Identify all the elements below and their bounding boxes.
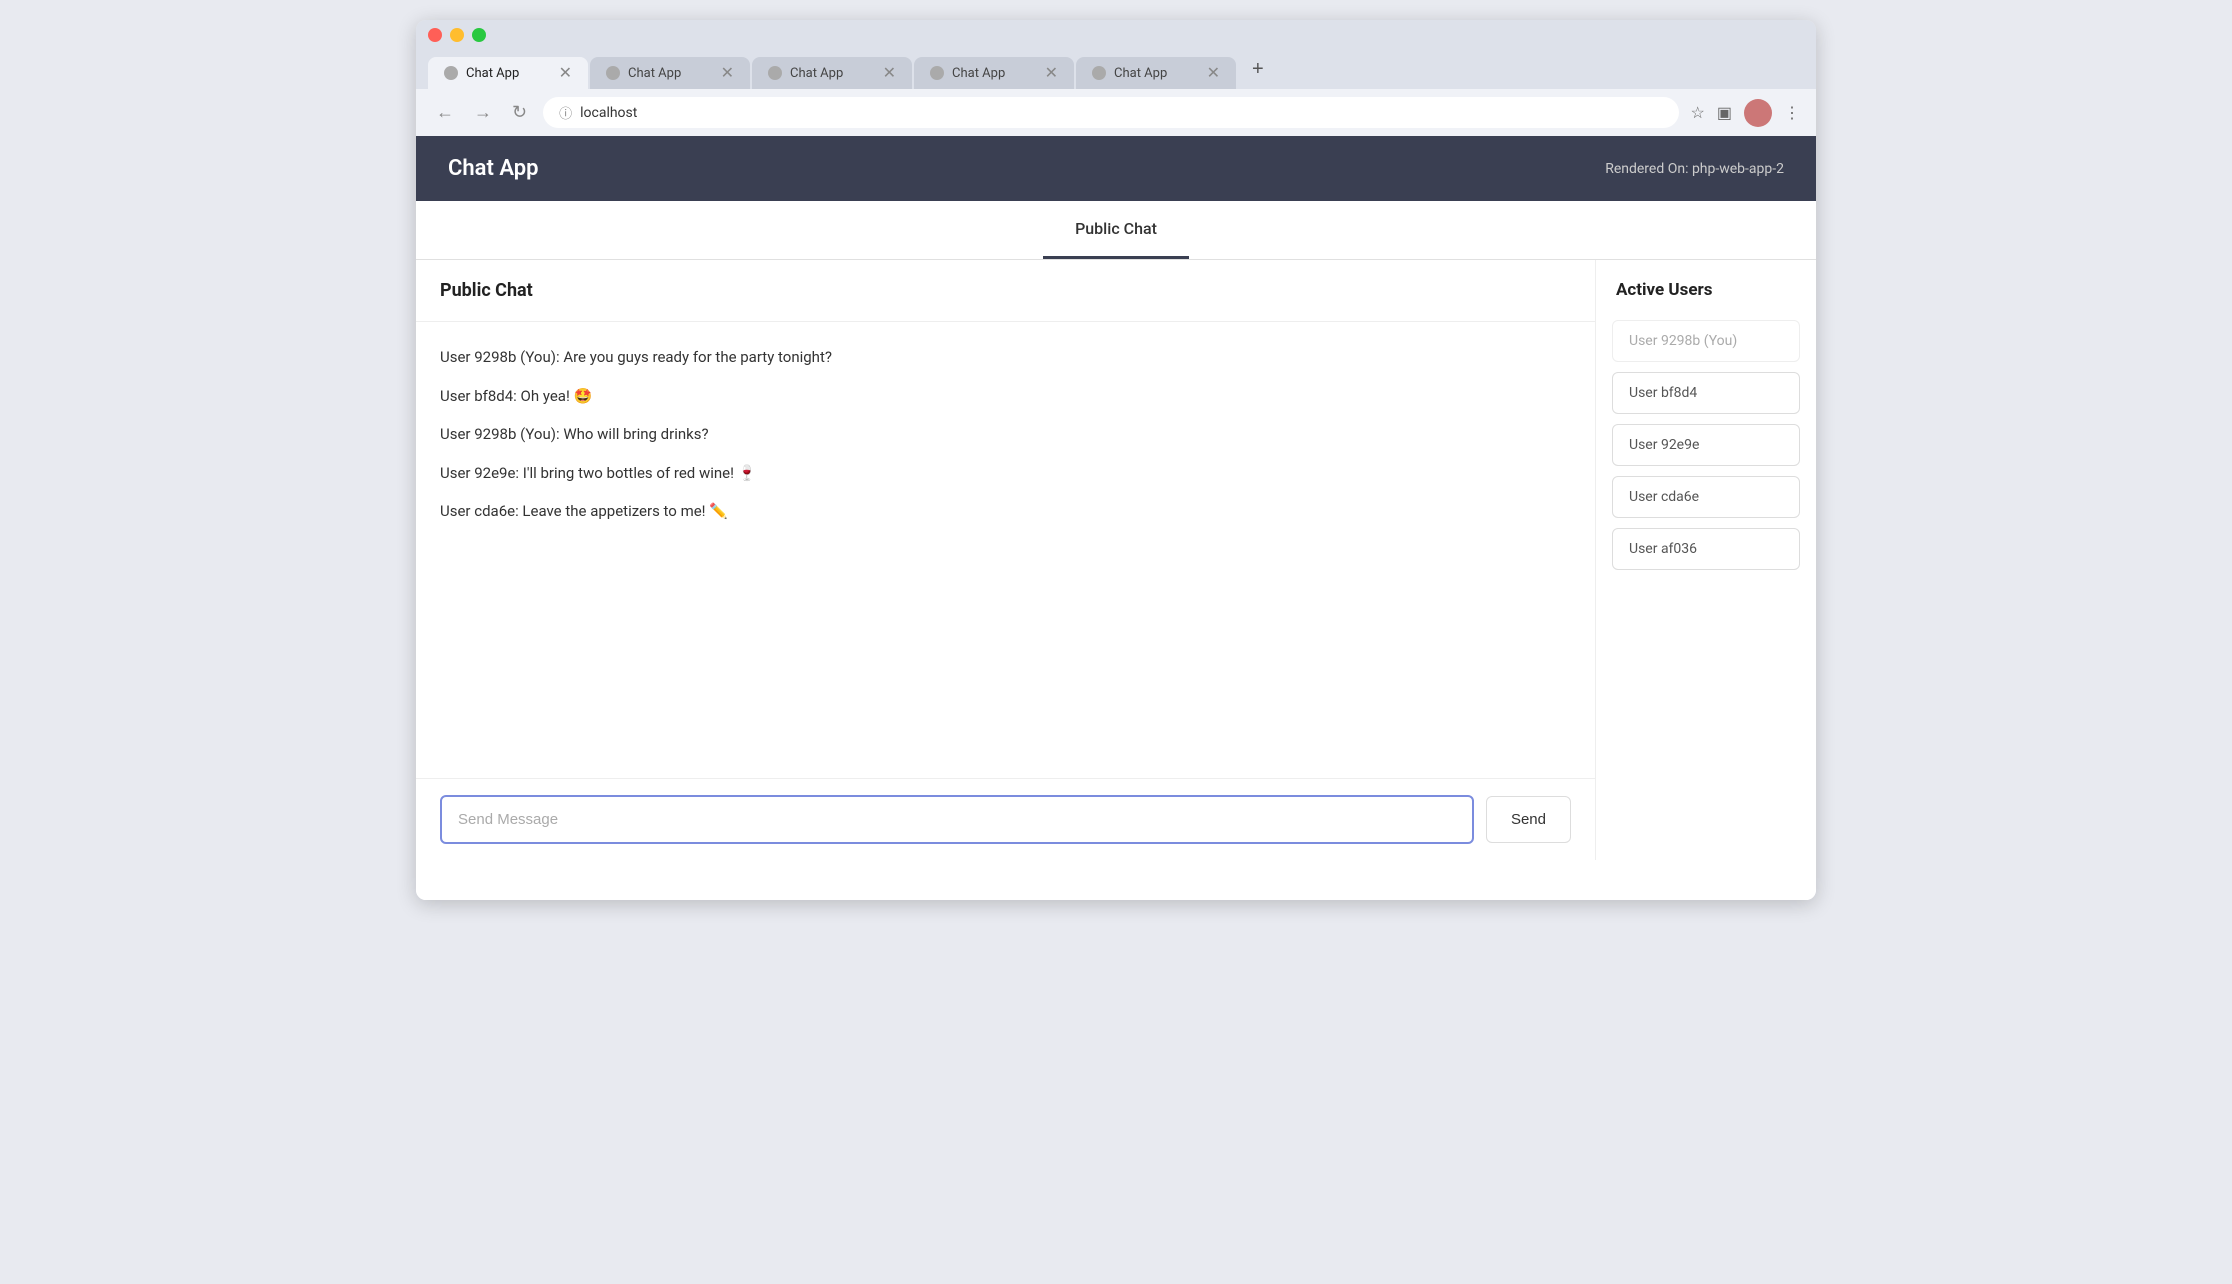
active-users-title: Active Users <box>1612 280 1800 300</box>
maximize-button[interactable] <box>472 28 486 42</box>
tab-4-close[interactable]: ✕ <box>1045 65 1058 81</box>
tab-5[interactable]: Chat App ✕ <box>1076 57 1236 89</box>
rendered-on-text: Rendered On: php-web-app-2 <box>1605 161 1784 177</box>
bookmark-button[interactable]: ☆ <box>1691 103 1705 123</box>
browser-actions: ☆ ▣ ⋮ <box>1691 99 1800 127</box>
user-badge-2: User bf8d4 <box>1612 372 1800 414</box>
tab-5-label: Chat App <box>1114 66 1167 81</box>
back-button[interactable]: ← <box>432 100 458 125</box>
app-title: Chat App <box>448 156 539 181</box>
address-bar-row: ← → ↻ ⓘ localhost ☆ ▣ ⋮ <box>416 89 1816 136</box>
extensions-button[interactable]: ▣ <box>1717 103 1732 123</box>
message-input-row: Send <box>416 778 1595 860</box>
user-badge-1: User 9298b (You) <box>1612 320 1800 362</box>
tab-1-label: Chat App <box>466 66 519 81</box>
message-2: User bf8d4: Oh yea! 🤩 <box>440 385 1571 408</box>
tab-favicon <box>1092 66 1106 80</box>
tab-3-close[interactable]: ✕ <box>883 65 896 81</box>
app-container: Chat App Rendered On: php-web-app-2 Publ… <box>416 136 1816 900</box>
tab-5-close[interactable]: ✕ <box>1207 65 1220 81</box>
messages-area: User 9298b (You): Are you guys ready for… <box>416 322 1595 778</box>
public-chat-tab[interactable]: Public Chat <box>1043 201 1189 259</box>
chat-section-header: Public Chat <box>416 260 1595 322</box>
tab-4-label: Chat App <box>952 66 1005 81</box>
app-header: Chat App Rendered On: php-web-app-2 <box>416 136 1816 201</box>
tab-navigation: Public Chat <box>416 201 1816 260</box>
message-1: User 9298b (You): Are you guys ready for… <box>440 346 1571 369</box>
tab-2-close[interactable]: ✕ <box>721 65 734 81</box>
tab-3[interactable]: Chat App ✕ <box>752 57 912 89</box>
tab-4[interactable]: Chat App ✕ <box>914 57 1074 89</box>
profile-avatar[interactable] <box>1744 99 1772 127</box>
address-text: localhost <box>580 105 637 121</box>
tab-1-close[interactable]: ✕ <box>559 65 572 81</box>
tab-favicon <box>444 66 458 80</box>
send-button[interactable]: Send <box>1486 796 1571 843</box>
reload-button[interactable]: ↻ <box>508 100 531 125</box>
tab-favicon <box>606 66 620 80</box>
message-5: User cda6e: Leave the appetizers to me! … <box>440 500 1571 523</box>
tab-favicon <box>768 66 782 80</box>
tab-2-label: Chat App <box>628 66 681 81</box>
footer-spacer <box>416 860 1816 900</box>
active-users-sidebar: Active Users User 9298b (You) User bf8d4… <box>1596 260 1816 860</box>
forward-button[interactable]: → <box>470 100 496 125</box>
chat-main: Public Chat User 9298b (You): Are you gu… <box>416 260 1596 860</box>
traffic-lights <box>428 28 1804 42</box>
chat-layout: Public Chat User 9298b (You): Are you gu… <box>416 260 1816 860</box>
user-badge-4: User cda6e <box>1612 476 1800 518</box>
user-badge-5: User af036 <box>1612 528 1800 570</box>
new-tab-button[interactable]: + <box>1238 50 1278 89</box>
tab-favicon <box>930 66 944 80</box>
tab-2[interactable]: Chat App ✕ <box>590 57 750 89</box>
menu-button[interactable]: ⋮ <box>1784 103 1800 123</box>
address-bar[interactable]: ⓘ localhost <box>543 97 1678 128</box>
message-4: User 92e9e: I'll bring two bottles of re… <box>440 462 1571 485</box>
browser-window: Chat App ✕ Chat App ✕ Chat App ✕ Chat Ap… <box>416 20 1816 900</box>
tab-1[interactable]: Chat App ✕ <box>428 57 588 89</box>
browser-chrome: Chat App ✕ Chat App ✕ Chat App ✕ Chat Ap… <box>416 20 1816 89</box>
message-input[interactable] <box>440 795 1474 844</box>
message-3: User 9298b (You): Who will bring drinks? <box>440 423 1571 446</box>
minimize-button[interactable] <box>450 28 464 42</box>
chat-section-title: Public Chat <box>440 280 533 301</box>
tab-3-label: Chat App <box>790 66 843 81</box>
tabs-bar: Chat App ✕ Chat App ✕ Chat App ✕ Chat Ap… <box>428 50 1804 89</box>
user-badge-3: User 92e9e <box>1612 424 1800 466</box>
close-button[interactable] <box>428 28 442 42</box>
lock-icon: ⓘ <box>559 103 572 122</box>
